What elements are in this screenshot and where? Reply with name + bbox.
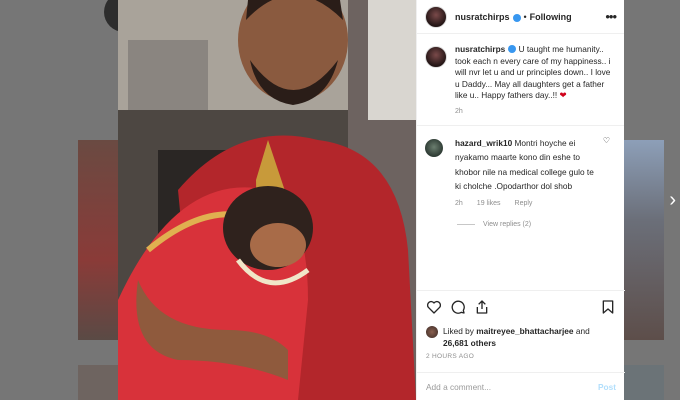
liked-by: Liked by maitreyee_bhattacharjee and 26,… — [426, 325, 616, 349]
comment-time: 2h — [455, 199, 463, 207]
author-avatar[interactable] — [425, 5, 447, 28]
post-header: nusratchirps • Following ••• — [417, 0, 624, 34]
following-button[interactable]: Following — [530, 12, 572, 22]
add-comment-input[interactable]: Add a comment... — [426, 382, 491, 392]
view-replies[interactable]: View replies (2) — [457, 221, 624, 228]
caption: nusratchirps U taught me humanity.. took… — [417, 34, 624, 102]
post-modal: nusratchirps • Following ••• nusratchirp… — [118, 0, 625, 400]
commenter-avatar[interactable] — [425, 138, 443, 157]
comment-text-block: hazard_wrik10 Montri hoyche ei nyakamo m… — [455, 136, 595, 194]
next-post-arrow-icon[interactable]: › — [669, 190, 676, 210]
verified-badge-icon — [512, 13, 521, 22]
view-replies-label[interactable]: View replies (2) — [483, 221, 531, 228]
comment-likes[interactable]: 19 likes — [477, 200, 501, 207]
replies-line — [457, 223, 475, 225]
verified-badge-icon — [508, 45, 517, 53]
liker-avatar[interactable] — [426, 326, 438, 338]
grid-thumbnail[interactable] — [624, 365, 664, 400]
liked-by-prefix: Liked by — [443, 326, 474, 336]
red-heart-icon: ❤ — [559, 90, 567, 100]
comment: hazard_wrik10 Montri hoyche ei nyakamo m… — [417, 126, 624, 194]
separator-dot: • — [523, 11, 527, 22]
comment-like-heart-icon[interactable]: ♡ — [603, 136, 610, 145]
reply-button[interactable]: Reply — [515, 200, 533, 207]
author-username[interactable]: nusratchirps — [455, 12, 510, 22]
post-comment-button[interactable]: Post — [598, 382, 616, 392]
grid-thumbnail[interactable] — [78, 365, 118, 400]
likes-count[interactable]: 26,681 others — [443, 338, 496, 348]
post-actions: Liked by maitreyee_bhattacharjee and 26,… — [417, 290, 625, 360]
caption-avatar[interactable] — [425, 46, 447, 68]
commenter-username[interactable]: hazard_wrik10 — [455, 138, 512, 148]
caption-username[interactable]: nusratchirps — [455, 44, 505, 54]
post-photo-image — [118, 0, 416, 400]
action-icons — [426, 299, 616, 315]
like-heart-icon[interactable] — [426, 299, 442, 315]
bookmark-icon[interactable] — [600, 299, 616, 315]
caption-text-block: nusratchirps U taught me humanity.. took… — [455, 44, 616, 102]
comment-meta: 2h 19 likes Reply — [455, 200, 624, 207]
add-comment-bar: Add a comment... Post — [417, 372, 625, 400]
liked-by-text: Liked by maitreyee_bhattacharjee and 26,… — [443, 325, 616, 349]
post-sidebar: nusratchirps • Following ••• nusratchirp… — [416, 0, 625, 400]
more-options-icon[interactable]: ••• — [605, 9, 617, 24]
liked-by-and: and — [575, 326, 590, 336]
post-photo[interactable] — [118, 0, 416, 400]
grid-thumbnail[interactable] — [624, 140, 664, 340]
post-timestamp: 2 HOURS AGO — [426, 353, 475, 360]
comment-icon[interactable] — [450, 299, 466, 315]
share-icon[interactable] — [474, 299, 490, 315]
grid-thumbnail[interactable] — [78, 140, 118, 340]
caption-time: 2h — [455, 107, 463, 115]
liker-username[interactable]: maitreyee_bhattacharjee — [476, 326, 573, 336]
